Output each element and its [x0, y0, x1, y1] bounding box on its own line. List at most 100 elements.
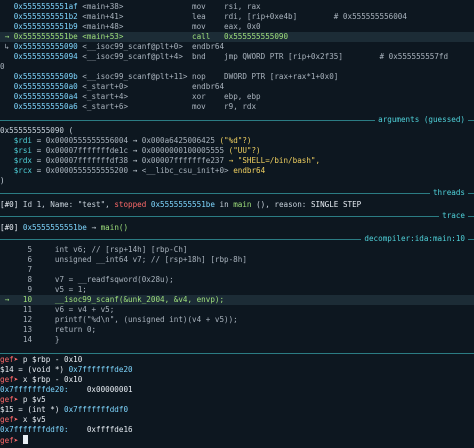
disasm-operands: jmp QWORD PTR [rip+0x2f35] [224, 52, 343, 61]
disasm-mnemonic: lea [192, 12, 225, 21]
console-command: p $rbp - 0x10 [22, 355, 83, 364]
decompiler-line: 14 } [0, 335, 474, 345]
argument-eq: = [32, 166, 46, 175]
console-line: gef➤ x $rbp - 0x10 [0, 375, 474, 385]
disasm-arrow [0, 12, 14, 21]
argument-string: endbr64 [228, 166, 266, 175]
disasm-line: 0x5555555551b9 <main+48> mov eax, 0x0 [0, 22, 474, 32]
console-value: 0x7fffffffde20 [68, 365, 133, 374]
undefined [32, 295, 55, 304]
thread-line: [#0] Id 1, Name: "test", stopped 0x55555… [0, 200, 362, 209]
disasm-symbol: <__isoc99_scanf@plt+4> [77, 52, 193, 61]
argument-row: $rcx = 0x0000555555555200 → <__libc_csu_… [0, 166, 474, 176]
section-title-trace: trace [439, 211, 468, 221]
disasm-operands: ebp, ebp [224, 92, 261, 101]
disasm-arrow [0, 92, 14, 101]
disasm-operands: 0x555555555090 [224, 32, 289, 41]
decompiler-line-number: 12 [9, 315, 33, 324]
disasm-line: 0x5555555550a6 <_start+6> mov r9, rdx [0, 102, 474, 112]
gef-prompt: gef➤ [0, 355, 23, 364]
section-header-arguments: arguments (guessed) [0, 115, 474, 125]
argument-value: 0x00007fffffffdf38 [45, 156, 129, 165]
decompiler-code: v5 = 1; [54, 285, 87, 294]
disasm-symbol: <main+41> [77, 12, 193, 21]
argument-string: → "SHELL=/bin/bash", [224, 156, 321, 165]
disasm-address: 0x555555555094 [13, 52, 78, 61]
argument-eq: = [32, 156, 46, 165]
undefined [32, 305, 55, 314]
disasm-address: 0x555555555090 [13, 42, 78, 51]
console-command: x $rbp - 0x10 [22, 375, 83, 384]
decompiler-line-number: 9 [9, 285, 33, 294]
disasm-symbol: <_start+4> [77, 92, 193, 101]
terminal-cursor[interactable] [22, 435, 28, 444]
argument-register: $rdx [13, 156, 33, 165]
undefined [343, 52, 380, 61]
disasm-mnemonic: xor [192, 92, 225, 101]
section-title-threads: threads [429, 188, 468, 198]
disasm-line: 0x5555555551b2 <main+41> lea rdi, [rip+0… [0, 12, 474, 22]
console-value: 0x7fffffffddf0: [0, 425, 69, 434]
disasm-operands: eax, 0x0 [224, 22, 261, 31]
decompiler-line: 12 printf("%d\n", (unsigned int)(v4 + v5… [0, 315, 474, 325]
disasm-symbol: <_start+0> [77, 82, 193, 91]
disasm-symbol: <__isoc99_scanf@plt+0> [77, 42, 193, 51]
undefined [32, 315, 55, 324]
argument-arrow: → [128, 156, 142, 165]
argument-arrow: → [128, 166, 142, 175]
console-value: 0x7fffffffde20: [0, 385, 69, 394]
argument-arrow: → [128, 146, 142, 155]
decompiler-marker [0, 255, 9, 264]
trace-line: [#0] 0x5555555551be → main() [0, 223, 129, 232]
disasm-mnemonic: endbr64 [192, 42, 225, 51]
undefined [32, 245, 55, 254]
argument-row: $rdx = 0x00007fffffffdf38 → 0x00007fffff… [0, 156, 474, 166]
gef-terminal[interactable]: 0x5555555551af <main+38> mov rsi, rax 0x… [0, 0, 474, 448]
section-title-arguments: arguments (guessed) [375, 115, 468, 125]
undefined [32, 275, 55, 284]
decompiler-marker [0, 305, 9, 314]
decompiler-line-number: 10 [9, 295, 33, 304]
decompiler-code: v7 = __readfsqword(0x28u); [54, 275, 174, 284]
disasm-arrow: → [0, 32, 14, 41]
disasm-address: 0x5555555550a4 [13, 92, 78, 101]
decompiler-line: 13 return 0; [0, 325, 474, 335]
decompiler-line: 11 v6 = v4 + v5; [0, 305, 474, 315]
disasm-address: 0x5555555551b2 [13, 12, 78, 21]
disasm-address: 0x5555555550a6 [13, 102, 78, 111]
argument-value: 0x00007fffffffde1c [45, 146, 129, 155]
console-line: $15 = (int *) 0x7fffffffddf0 [0, 405, 474, 415]
decompiler-line-number: 13 [9, 325, 33, 334]
disasm-operands: r9, rdx [224, 102, 257, 111]
decompiler-line-number: 6 [9, 255, 33, 264]
argument-register: $rcx [13, 166, 33, 175]
disasm-arrow [0, 22, 14, 31]
decompiler-line: 5 int v6; // [rsp+14h] [rbp-Ch] [0, 245, 474, 255]
disasm-mnemonic: mov [192, 22, 225, 31]
console-line: 0x7fffffffddf0: 0xffffde16 [0, 425, 474, 435]
argument-arrow: → [128, 136, 142, 145]
decompiler-line-number: 7 [9, 265, 33, 274]
decompiler-code: unsigned __int64 v7; // [rsp+18h] [rbp-8… [54, 255, 247, 264]
disasm-operands: rsi, rax [224, 2, 261, 11]
disasm-address: 0x5555555550a0 [13, 82, 78, 91]
disasm-symbol: <main+38> [77, 2, 193, 11]
console-command: x $v5 [22, 415, 46, 424]
argument-string: ("%d"?) [214, 136, 252, 145]
decompiler-marker: → [0, 295, 10, 304]
gef-prompt: gef➤ [0, 395, 23, 404]
disasm-comment: # 0x555555557fd [379, 52, 449, 61]
disasm-mnemonic: nop [192, 72, 225, 81]
disasm-symbol: <main+53> [77, 32, 193, 41]
gef-prompt: gef➤ [0, 415, 23, 424]
console-line: $14 = (void *) 0x7fffffffde20 [0, 365, 474, 375]
console-output: $15 = (int *) [0, 405, 65, 414]
disasm-line: 0x5555555550a4 <_start+4> xor ebp, ebp [0, 92, 474, 102]
disasm-mnemonic: mov [192, 102, 225, 111]
console-line[interactable]: gef➤ [0, 435, 474, 445]
console-output-rest: 0x00000001 [68, 385, 133, 394]
console-output: $14 = (void *) [0, 365, 69, 374]
decompiler-marker [0, 315, 9, 324]
disasm-comment-wrap: 0 [0, 62, 474, 72]
